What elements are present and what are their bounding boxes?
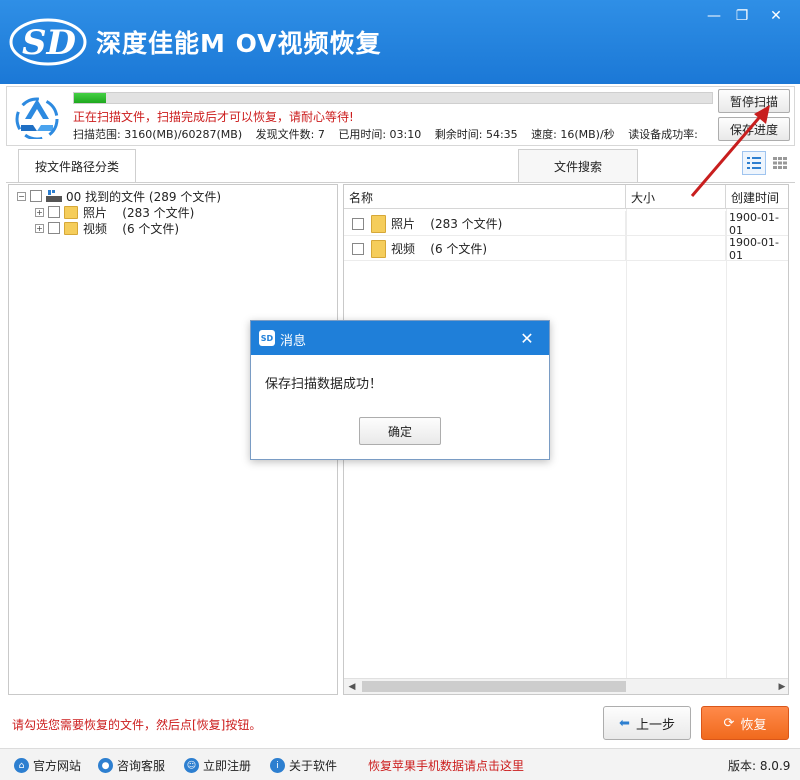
dialog-ok-button[interactable]: 确定 — [359, 417, 441, 445]
folder-icon — [64, 205, 78, 219]
table-row[interactable]: 照片 (283 个文件) 1900-01-01 — [344, 210, 788, 237]
previous-step-label: 上一步 — [635, 717, 675, 733]
scan-cycle-icon — [15, 97, 59, 139]
elapsed-time: 已用时间: 03:10 — [338, 128, 422, 141]
found-count: 发现文件数: 7 — [255, 128, 325, 141]
column-divider — [726, 209, 727, 678]
home-icon: ⌂ — [14, 758, 29, 773]
tree-item-label: 视频 — [83, 221, 108, 236]
list-header: 名称 大小 创建时间 — [344, 185, 788, 209]
tree-item-checkbox[interactable] — [48, 206, 60, 218]
scan-progress-bar — [73, 92, 713, 104]
scan-speed: 速度: 16(MB)/秒 — [531, 128, 615, 141]
scan-range: 扫描范围: 3160(MB)/60287(MB) — [73, 128, 243, 141]
title-bar: SD 深度佳能M OV视频恢复 — ❐ ✕ — [0, 0, 800, 84]
dialog-title: 消息 — [280, 334, 307, 349]
tree-item-count: (283 个文件) — [122, 205, 195, 220]
support-link[interactable]: ● 咨询客服 — [98, 757, 165, 774]
info-icon: i — [270, 758, 285, 773]
horizontal-scrollbar[interactable]: ◀ ▶ — [344, 678, 788, 694]
scrollbar-thumb[interactable] — [362, 681, 626, 692]
dialog-message: 保存扫描数据成功！ — [265, 377, 383, 392]
register-label: 立即注册 — [203, 759, 252, 773]
row-name: 照片 — [391, 217, 416, 231]
dialog-close-button[interactable]: ✕ — [515, 326, 539, 350]
dialog-title-bar: SD 消息 ✕ — [251, 321, 549, 355]
version-label: 版本: 8.0.9 — [728, 759, 791, 773]
drive-icon — [46, 190, 62, 202]
dialog-app-icon: SD — [259, 330, 275, 346]
row-created: 1900-01-01 — [729, 210, 779, 237]
refresh-icon: ⟳ — [723, 715, 735, 731]
close-window-button[interactable]: ✕ — [764, 6, 788, 26]
remaining-time: 剩余时间: 54:35 — [434, 128, 518, 141]
scan-status-text: 正在扫描文件，扫描完成后才可以恢复，请耐心等待! — [73, 110, 354, 124]
row-count: (6 个文件) — [430, 242, 488, 256]
tab-divider — [6, 182, 795, 183]
website-link[interactable]: ⌂ 官方网站 — [14, 757, 81, 774]
tree-root-label: 00 找到的文件 — [66, 189, 146, 204]
website-label: 官方网站 — [33, 759, 82, 773]
tree-root[interactable]: − 00 找到的文件 (289 个文件) — [17, 188, 221, 204]
instruction-hint: 请勾选您需要恢复的文件，然后点[恢复]按钮。 — [12, 718, 262, 732]
previous-step-button[interactable]: ⬅ 上一步 — [603, 706, 691, 740]
register-link[interactable]: ☺ 立即注册 — [184, 757, 251, 774]
row-size — [626, 236, 726, 261]
chat-icon: ● — [98, 758, 113, 773]
column-size[interactable]: 大小 — [626, 185, 726, 209]
list-view-icon[interactable] — [742, 151, 766, 175]
table-row[interactable]: 视频 (6 个文件) 1900-01-01 — [344, 235, 788, 262]
tree-root-count: (289 个文件) — [148, 189, 222, 204]
row-checkbox[interactable] — [352, 217, 364, 230]
column-created[interactable]: 创建时间 — [726, 185, 788, 209]
tree-item-photos[interactable]: + 照片 (283 个文件) — [35, 204, 194, 220]
about-link[interactable]: i 关于软件 — [270, 757, 337, 774]
app-logo: SD — [9, 18, 87, 66]
scroll-right-icon[interactable]: ▶ — [774, 679, 788, 694]
row-count: (283 个文件) — [430, 217, 503, 231]
tab-file-search[interactable]: 文件搜索 — [518, 149, 638, 183]
scan-progress-fill — [74, 93, 106, 103]
minimize-button[interactable]: — — [702, 6, 726, 26]
read-success-rate: 读设备成功率: — [628, 128, 698, 141]
pause-scan-button[interactable]: 暂停扫描 — [718, 89, 790, 113]
expand-icon[interactable]: + — [35, 223, 44, 233]
arrow-left-icon: ⬅ — [619, 715, 630, 731]
tree-item-videos[interactable]: + 视频 (6 个文件) — [35, 220, 179, 236]
folder-icon — [64, 221, 78, 235]
save-progress-button[interactable]: 保存进度 — [718, 117, 790, 141]
column-divider — [626, 209, 627, 678]
status-bar: ⌂ 官方网站 ● 咨询客服 ☺ 立即注册 i 关于软件 恢复苹果手机数据请点击这… — [0, 748, 800, 780]
collapse-icon[interactable]: − — [17, 191, 26, 201]
scan-panel: 正在扫描文件，扫描完成后才可以恢复，请耐心等待! 扫描范围: 3160(MB)/… — [6, 86, 795, 146]
tree-item-count: (6 个文件) — [122, 221, 180, 236]
tab-by-path[interactable]: 按文件路径分类 — [18, 149, 136, 183]
svg-text:SD: SD — [22, 23, 77, 63]
about-label: 关于软件 — [289, 759, 338, 773]
user-icon: ☺ — [184, 758, 199, 773]
folder-icon — [371, 214, 386, 233]
scroll-left-icon[interactable]: ◀ — [344, 679, 360, 694]
recover-label: 恢复 — [740, 717, 767, 733]
row-checkbox[interactable] — [352, 242, 364, 255]
column-name[interactable]: 名称 — [344, 185, 626, 209]
row-name: 视频 — [391, 242, 416, 256]
message-dialog: SD 消息 ✕ 保存扫描数据成功！ 确定 — [250, 320, 550, 460]
recover-button[interactable]: ⟳ 恢复 — [701, 706, 789, 740]
expand-icon[interactable]: + — [35, 207, 44, 217]
app-title: 深度佳能M OV视频恢复 — [96, 29, 382, 58]
tree-item-checkbox[interactable] — [48, 222, 60, 234]
tree-root-checkbox[interactable] — [30, 190, 42, 202]
apple-recovery-link[interactable]: 恢复苹果手机数据请点击这里 — [368, 757, 524, 774]
maximize-button[interactable]: ❐ — [730, 6, 754, 26]
row-created: 1900-01-01 — [729, 235, 779, 262]
tree-item-label: 照片 — [83, 205, 108, 220]
row-size — [626, 211, 726, 236]
grid-view-icon[interactable] — [768, 151, 792, 175]
scan-stats: 扫描范围: 3160(MB)/60287(MB) 发现文件数: 7 已用时间: … — [73, 126, 708, 142]
folder-icon — [371, 239, 386, 258]
support-label: 咨询客服 — [117, 759, 166, 773]
